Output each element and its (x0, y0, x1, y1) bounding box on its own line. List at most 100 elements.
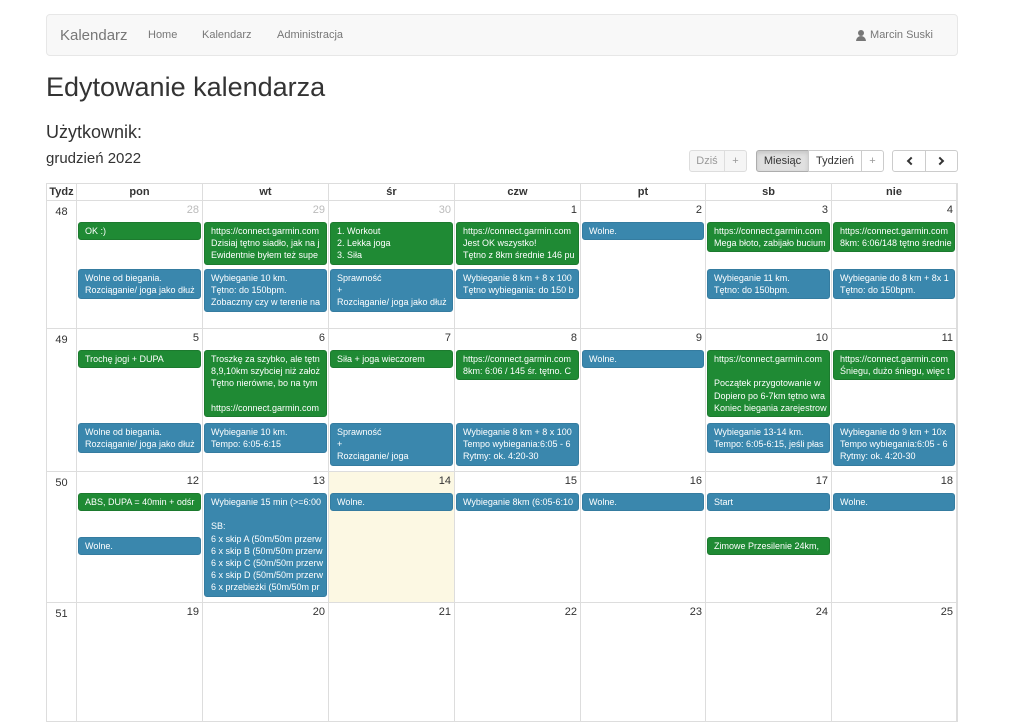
event-line: https://connect.garmin.com (211, 226, 320, 236)
day-cell[interactable]: 10 https://connect.garmin.com Początek prz… (706, 329, 832, 471)
nav-link-calendar[interactable]: Kalendarz (202, 29, 252, 41)
day-number: 25 (940, 606, 953, 618)
calendar-event[interactable]: https://connect.garmin.com Początek przyg… (707, 350, 830, 417)
calendar-event[interactable]: Wybieganie 10 km. Tempo: 6:05-6:15 (204, 423, 327, 454)
day-cell[interactable]: 12 ABS, DUPA = 40min + odśr Wolne. (77, 472, 203, 602)
today-add-button[interactable]: + (724, 150, 747, 172)
day-number: 15 (564, 475, 577, 487)
day-cell[interactable]: 23 (581, 603, 706, 721)
calendar-event[interactable]: Troszkę za szybko, ale tętn 8,9,10km szyb… (204, 350, 327, 417)
calendar-event[interactable]: Start (707, 493, 830, 512)
calendar-event[interactable]: Wybieganie do 9 km + 10x Tempo wybiegania… (833, 423, 955, 466)
day-cell[interactable]: 21 (329, 603, 455, 721)
calendar-event[interactable]: https://connect.garmin.com Mega błoto, za… (707, 222, 830, 253)
calendar-event[interactable]: https://connect.garmin.com Dzisiaj tętno … (204, 222, 327, 265)
user-subtitle: Użytkownik: (46, 122, 143, 142)
day-cell[interactable]: 29 https://connect.garmin.com Dzisiaj tętn… (203, 201, 329, 328)
user-menu[interactable]: Marcin Suski (856, 29, 933, 41)
calendar-event[interactable]: Zimowe Przesilenie 24km, (707, 537, 830, 556)
day-cell[interactable]: 5 Trochę jogi + DUPA Wolne od biegania. Roz… (77, 329, 203, 471)
day-cell[interactable]: 16 Wolne. (581, 472, 706, 602)
month-view-button[interactable]: Miesiąc (756, 150, 809, 172)
prev-button[interactable] (892, 150, 926, 172)
calendar-event[interactable]: Wolne. (78, 537, 201, 556)
day-cell[interactable]: 2 Wolne. (581, 201, 706, 328)
event-line: Rozciąganie/ joga jako dłuż (85, 439, 195, 450)
day-cell[interactable]: 30 1. Workout 2. Lekka joga 3. Siła Sprawnoś… (329, 201, 455, 328)
day-number: 28 (186, 204, 199, 216)
chevron-left-icon (906, 156, 915, 166)
event-line (211, 390, 320, 402)
event-line: Dopiero po 6-7km tętno wra (714, 390, 826, 401)
navbar-brand[interactable]: Kalendarz (60, 27, 128, 44)
calendar-event[interactable]: Wolne. (582, 222, 704, 241)
calendar-event[interactable]: Wybieganie 15 min (>=6:00 SB: 6 x skip A (… (204, 493, 327, 597)
day-number: 14 (438, 475, 451, 487)
calendar-event[interactable]: https://connect.garmin.com 8km: 6:06/148 … (833, 222, 955, 253)
calendar-event[interactable]: Wybieganie 8 km + 8 x 100 Tempo wybiegani… (456, 423, 579, 466)
calendar-event[interactable]: Wybieganie 8km (6:05-6:10 (456, 493, 579, 512)
day-cell[interactable]: 18 Wolne. (832, 472, 957, 602)
day-cell[interactable]: 25 (832, 603, 957, 721)
day-cell[interactable]: 15 Wybieganie 8km (6:05-6:10 (455, 472, 581, 602)
day-cell[interactable]: 19 (77, 603, 203, 721)
day-cell[interactable]: 6 Troszkę za szybko, ale tętn 8,9,10km szy… (203, 329, 329, 471)
day-cell[interactable]: 1 https://connect.garmin.com Jest OK wszys… (455, 201, 581, 328)
calendar-event[interactable]: Wybieganie 10 km. Tętno: do 150bpm. Zobacz… (204, 269, 327, 312)
calendar-event[interactable]: ABS, DUPA = 40min + odśr (78, 493, 201, 512)
day-cell[interactable]: 9 Wolne. (581, 329, 706, 471)
day-cell[interactable]: 24 (706, 603, 832, 721)
calendar-event[interactable]: https://connect.garmin.com 8km: 6:06 / 14… (456, 350, 579, 381)
event-line: 6 x skip B (50m/50m przerw (211, 545, 323, 556)
calendar-event[interactable]: Siła + joga wieczorem (330, 350, 453, 369)
event-line: + (337, 285, 343, 296)
today-button[interactable]: Dziś (689, 150, 725, 172)
event-line: Koniec biegania zarejestrow (714, 402, 827, 413)
day-cell[interactable]: 4 https://connect.garmin.com 8km: 6:06/148… (832, 201, 957, 328)
day-cell[interactable]: 14 Wolne. (329, 472, 455, 602)
calendar-event[interactable]: Wolne. (833, 493, 955, 512)
event-line: 8km: 6:06/148 tętno średnie (840, 238, 952, 249)
calendar-event[interactable]: https://connect.garmin.com Jest OK wszyst… (456, 222, 579, 265)
week-number: 48 (47, 201, 77, 328)
calendar-event[interactable]: Wolne. (582, 350, 704, 369)
calendar-event[interactable]: Wolne od biegania. Rozciąganie/ joga jako… (78, 269, 201, 300)
nav-link-administration[interactable]: Administracja (277, 29, 343, 41)
day-cell[interactable]: 17 Start Zimowe Przesilenie 24km, (706, 472, 832, 602)
nav-link-home[interactable]: Home (148, 29, 177, 41)
event-line: Tętno z 8km średnie 146 pu (463, 250, 575, 261)
day-cell[interactable]: 3 https://connect.garmin.com Mega błoto, z… (706, 201, 832, 328)
calendar-event[interactable]: Wybieganie 8 km + 8 x 100 Tętno wybiegani… (456, 269, 579, 300)
calendar-event[interactable]: https://connect.garmin.com Śniegu, dużo ś… (833, 350, 955, 381)
calendar-event[interactable]: Wolne od biegania. Rozciąganie/ joga jako… (78, 423, 201, 454)
calendar-event[interactable]: Sprawność + Rozciąganie/ joga jako dłuż (330, 269, 453, 312)
event-line: Wybieganie do 8 km + 8x 1 (840, 273, 949, 283)
event-line: Wybieganie do 9 km + 10x (840, 427, 947, 437)
day-cell[interactable]: 11 https://connect.garmin.com Śniegu, dużo… (832, 329, 957, 471)
calendar-event[interactable]: OK :) (78, 222, 201, 241)
calendar-event[interactable]: 1. Workout 2. Lekka joga 3. Siła (330, 222, 453, 265)
week-view-button[interactable]: Tydzień (808, 150, 862, 172)
day-cell[interactable]: 20 (203, 603, 329, 721)
calendar-event[interactable]: Trochę jogi + DUPA (78, 350, 201, 369)
day-cell[interactable]: 7 Siła + joga wieczorem Sprawność + Rozciąga… (329, 329, 455, 471)
calendar-event[interactable]: Wybieganie 13-14 km. Tempo: 6:05-6:15, je… (707, 423, 830, 454)
day-cell[interactable]: 13 Wybieganie 15 min (>=6:00 SB: 6 x skip A… (203, 472, 329, 602)
header-day-czw: czw (455, 183, 581, 201)
day-number: 10 (815, 332, 828, 344)
week-row: 50 12 ABS, DUPA = 40min + odśr Wolne. 13 Wybi… (47, 472, 957, 603)
header-day-sb: sb (706, 183, 832, 201)
day-cell[interactable]: 22 (455, 603, 581, 721)
calendar-event[interactable]: Wybieganie 11 km. Tętno: do 150bpm. (707, 269, 830, 300)
week-add-button[interactable]: + (861, 150, 884, 172)
day-cell[interactable]: 8 https://connect.garmin.com 8km: 6:06 / 1… (455, 329, 581, 471)
event-line: 3. Siła (337, 250, 363, 261)
calendar-event[interactable]: Wolne. (582, 493, 704, 512)
event-line: https://connect.garmin.com (211, 402, 320, 413)
calendar-event[interactable]: Wolne. (330, 493, 453, 512)
day-cell[interactable]: 28 OK :) Wolne od biegania. Rozciąganie/ jo… (77, 201, 203, 328)
day-number: 19 (186, 606, 199, 618)
calendar-event[interactable]: Wybieganie do 8 km + 8x 1 Tętno: do 150bp… (833, 269, 955, 300)
next-button[interactable] (925, 150, 958, 172)
calendar-event[interactable]: Sprawność + Rozciąganie/ joga (330, 423, 453, 466)
